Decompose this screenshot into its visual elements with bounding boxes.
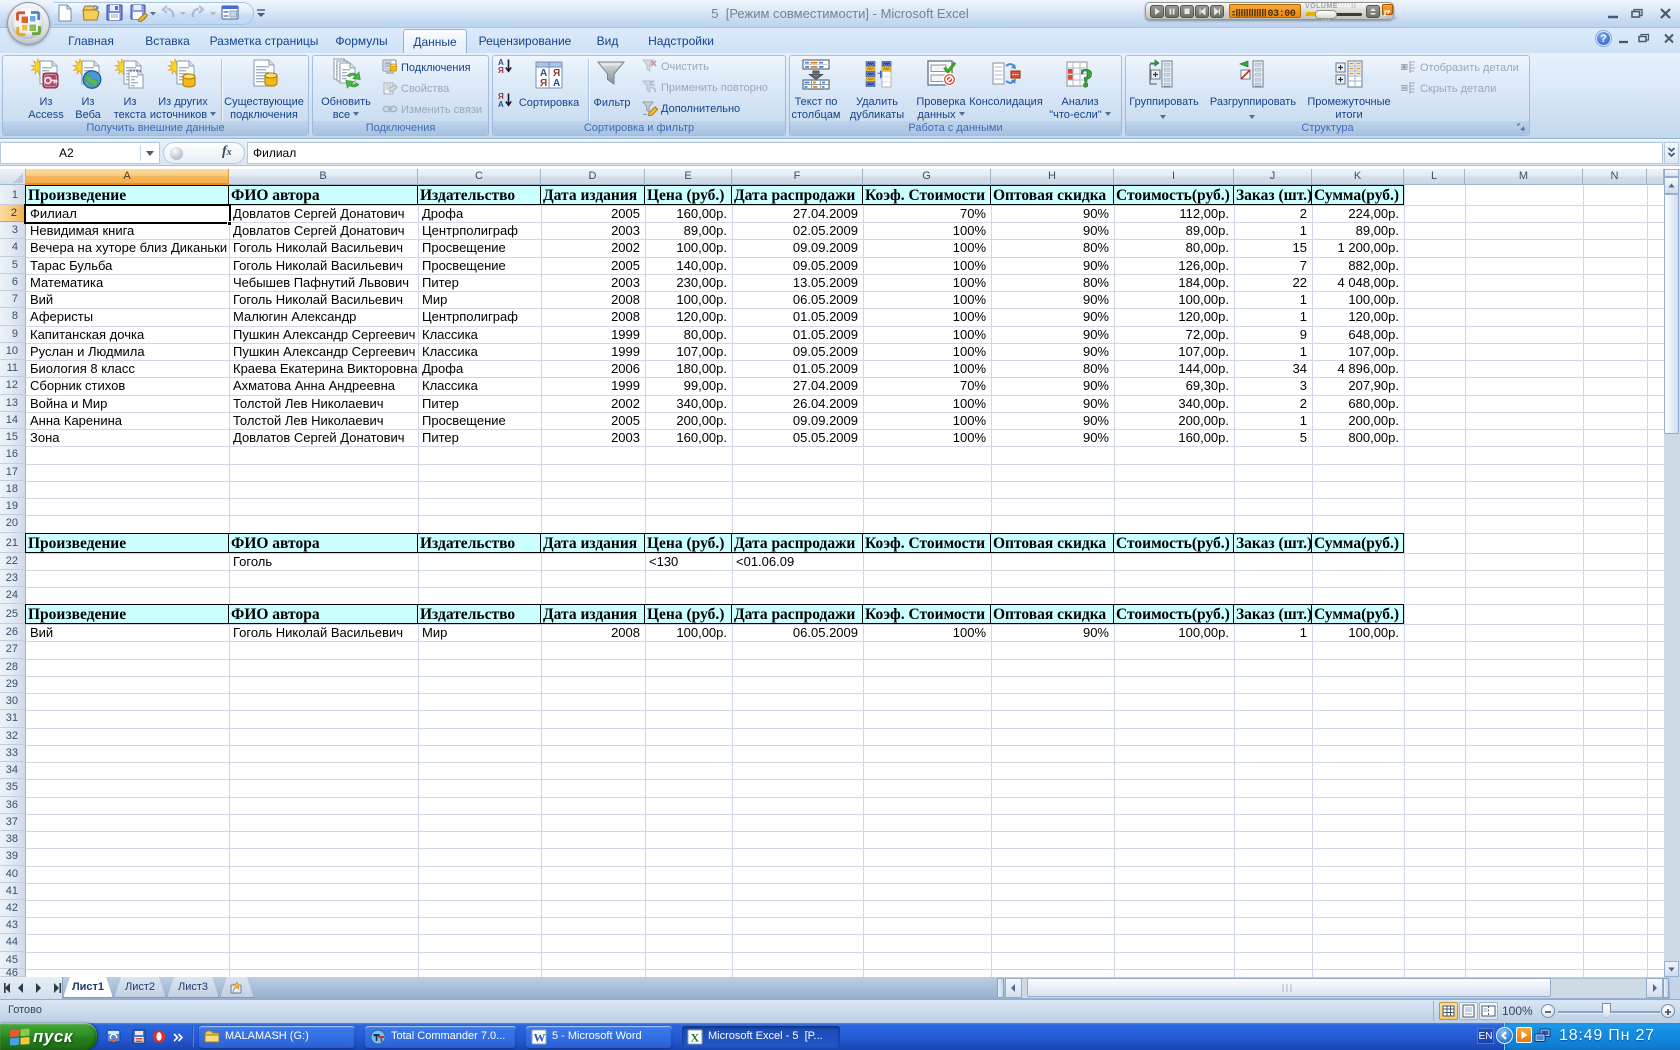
svg-text:А: А <box>498 100 504 108</box>
svg-text:?: ? <box>1080 64 1093 90</box>
svg-text:Я: Я <box>540 78 547 89</box>
svg-text:А: А <box>553 78 560 89</box>
svg-text:Я: Я <box>498 66 504 74</box>
svg-text:X: X <box>691 1031 700 1045</box>
svg-text:W: W <box>534 1031 546 1045</box>
svg-text:03:00: 03:00 <box>1268 9 1296 18</box>
